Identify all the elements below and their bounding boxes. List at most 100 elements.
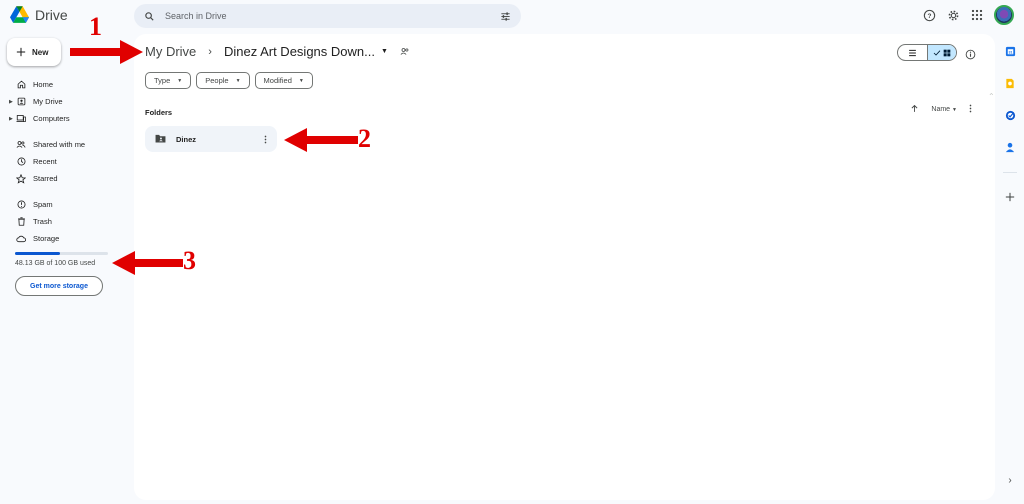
get-more-storage-button[interactable]: Get more storage bbox=[15, 276, 103, 296]
type-filter[interactable]: Type ▼ bbox=[145, 72, 192, 89]
star-icon bbox=[16, 173, 26, 184]
grid-view-button[interactable] bbox=[927, 45, 956, 60]
filter-chips: Type ▼ People ▼ Modified ▼ bbox=[145, 72, 313, 89]
sidebar-item-spam[interactable]: Spam bbox=[0, 196, 130, 213]
chevron-down-icon[interactable]: ▼ bbox=[381, 48, 388, 55]
sidebar-item-label: Computers bbox=[33, 114, 70, 123]
breadcrumb-root[interactable]: My Drive bbox=[145, 44, 196, 59]
people-filter[interactable]: People ▼ bbox=[196, 72, 250, 89]
spam-icon bbox=[16, 200, 26, 210]
view-toggle bbox=[897, 44, 957, 61]
apps-grid-icon[interactable] bbox=[971, 9, 983, 21]
sidebar-item-label: My Drive bbox=[33, 97, 63, 106]
svg-text:31: 31 bbox=[1008, 51, 1012, 55]
list-icon bbox=[909, 49, 916, 56]
search-icon[interactable] bbox=[144, 11, 155, 22]
chevron-right-icon: › bbox=[208, 45, 212, 58]
new-button-label: New bbox=[32, 47, 49, 57]
modified-filter-label: Modified bbox=[263, 76, 292, 85]
calendar-icon[interactable]: 31 bbox=[1005, 44, 1016, 62]
top-right-actions: ? bbox=[923, 5, 1014, 25]
plus-icon bbox=[16, 47, 26, 57]
cloud-icon bbox=[16, 234, 26, 244]
info-icon[interactable] bbox=[965, 47, 976, 65]
storage-progress-bar bbox=[15, 252, 108, 255]
annotation-number-2: 2 bbox=[358, 124, 371, 153]
sort-by-name-button[interactable]: Name ▼ bbox=[931, 106, 957, 113]
search-bar[interactable]: Search in Drive bbox=[134, 4, 521, 28]
sidebar-item-recent[interactable]: Recent bbox=[0, 153, 130, 170]
sidebar-item-computers[interactable]: ▶ Computers bbox=[0, 110, 130, 127]
help-icon[interactable]: ? bbox=[923, 9, 936, 22]
sidebar-item-label: Storage bbox=[33, 234, 60, 243]
settings-icon[interactable] bbox=[947, 9, 960, 22]
computer-icon bbox=[16, 114, 26, 124]
scroll-up-chevron-icon[interactable]: ⌃ bbox=[988, 92, 995, 101]
drive-logo-icon bbox=[10, 6, 29, 23]
storage-used-text: 48.13 GB of 100 GB used bbox=[15, 260, 96, 267]
sidebar-item-shared-with-me[interactable]: Shared with me bbox=[0, 136, 130, 153]
side-panel: 31 › bbox=[996, 34, 1024, 500]
people-icon bbox=[16, 140, 26, 150]
expand-caret-icon[interactable]: ▶ bbox=[9, 116, 13, 122]
annotation-number-3: 3 bbox=[183, 246, 196, 275]
drive-logo[interactable]: Drive bbox=[10, 6, 68, 23]
trash-icon bbox=[16, 217, 26, 227]
breadcrumb: My Drive › Dinez Art Designs Down... ▼ bbox=[145, 44, 410, 59]
clock-icon bbox=[16, 157, 26, 167]
folder-name: Dinez bbox=[176, 134, 197, 144]
sidebar-item-trash[interactable]: Trash bbox=[0, 213, 130, 230]
more-actions-icon[interactable] bbox=[264, 135, 267, 144]
sidebar-item-label: Spam bbox=[33, 200, 53, 209]
sidebar-item-home[interactable]: Home bbox=[0, 76, 130, 93]
add-plus-icon[interactable] bbox=[1005, 189, 1015, 207]
avatar[interactable] bbox=[994, 5, 1014, 25]
check-icon bbox=[933, 49, 941, 56]
sidebar-item-label: Shared with me bbox=[33, 140, 86, 149]
breadcrumb-current-folder[interactable]: Dinez Art Designs Down... bbox=[224, 44, 375, 59]
search-options-icon[interactable] bbox=[500, 11, 511, 22]
expand-caret-icon[interactable]: ▶ bbox=[9, 99, 13, 105]
chevron-down-icon: ▼ bbox=[235, 77, 241, 84]
main-content: My Drive › Dinez Art Designs Down... ▼ T… bbox=[134, 34, 995, 500]
divider bbox=[1003, 172, 1017, 173]
sort-direction-arrow-up-icon[interactable] bbox=[910, 104, 919, 115]
home-icon bbox=[16, 80, 26, 90]
tasks-icon[interactable] bbox=[1005, 108, 1016, 126]
sort-controls: Name ▼ bbox=[910, 104, 972, 115]
sidebar-item-label: Starred bbox=[33, 174, 58, 183]
shared-folder-icon bbox=[155, 130, 166, 148]
annotation-arrow-1 bbox=[70, 40, 143, 64]
keep-icon[interactable] bbox=[1005, 76, 1015, 94]
svg-text:?: ? bbox=[928, 12, 932, 19]
storage-progress-fill bbox=[15, 252, 60, 255]
chevron-down-icon: ▼ bbox=[298, 77, 304, 84]
contacts-icon[interactable] bbox=[1005, 140, 1015, 158]
grid-icon bbox=[943, 49, 951, 56]
modified-filter[interactable]: Modified ▼ bbox=[254, 72, 313, 89]
annotation-number-1: 1 bbox=[89, 12, 102, 41]
more-options-icon[interactable] bbox=[969, 104, 972, 115]
list-view-button[interactable] bbox=[898, 45, 927, 60]
chevron-down-icon: ▼ bbox=[177, 77, 183, 84]
app-name: Drive bbox=[35, 6, 68, 23]
sidebar-item-label: Recent bbox=[33, 157, 57, 166]
search-input[interactable]: Search in Drive bbox=[165, 11, 500, 21]
sort-label: Name bbox=[931, 106, 951, 113]
sidebar-item-label: Home bbox=[33, 80, 54, 89]
annotation-arrow-2 bbox=[284, 128, 358, 152]
chevron-down-icon: ▼ bbox=[952, 107, 957, 113]
folder-item-dinez[interactable]: Dinez bbox=[145, 126, 277, 152]
new-button[interactable]: New bbox=[7, 38, 61, 66]
my-drive-icon bbox=[16, 97, 26, 107]
sidebar-item-storage[interactable]: Storage bbox=[0, 230, 130, 247]
expand-panel-chevron-icon[interactable]: › bbox=[1008, 475, 1011, 486]
sidebar-item-my-drive[interactable]: ▶ My Drive bbox=[0, 93, 130, 110]
annotation-arrow-3 bbox=[112, 251, 183, 275]
folders-section-label: Folders bbox=[145, 108, 173, 117]
shared-folder-icon bbox=[400, 47, 410, 56]
sidebar-nav: Home ▶ My Drive ▶ Computers Shared with … bbox=[0, 76, 130, 247]
sidebar-item-label: Trash bbox=[33, 217, 52, 226]
type-filter-label: Type bbox=[154, 76, 171, 85]
sidebar-item-starred[interactable]: Starred bbox=[0, 170, 130, 187]
